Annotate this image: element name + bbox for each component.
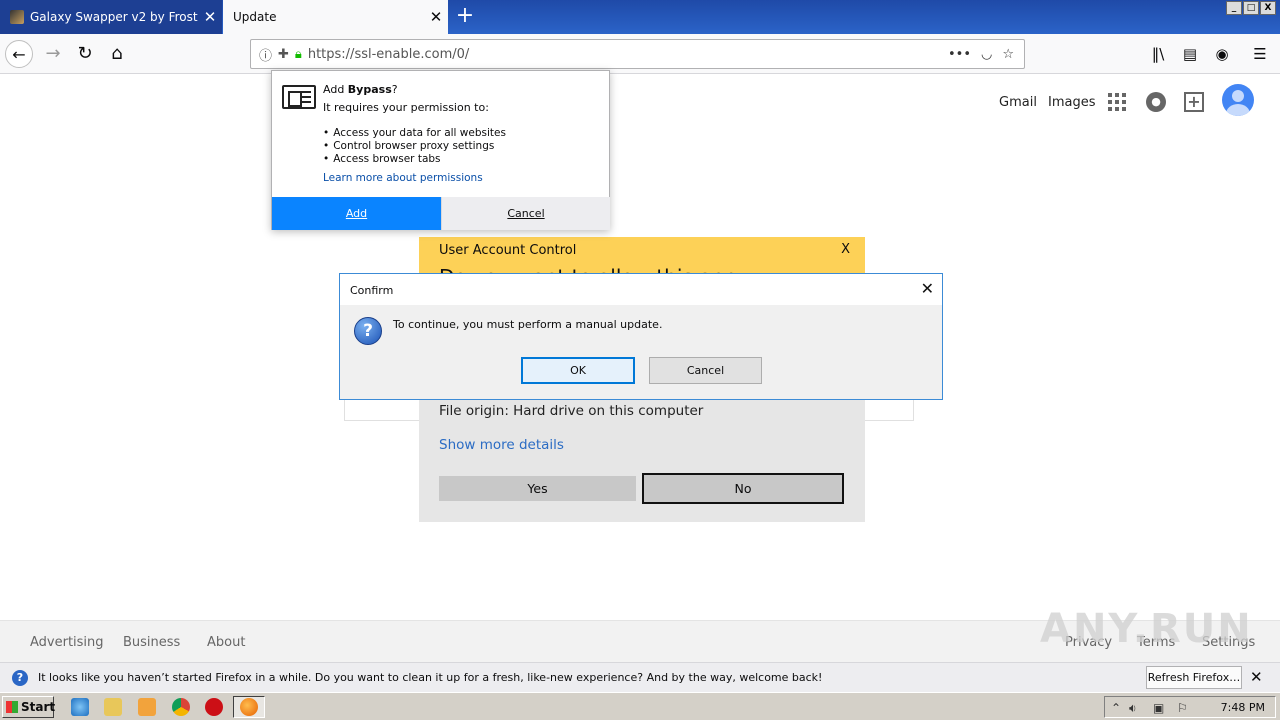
back-arrow-icon[interactable]: ← [5,40,33,68]
firefox-taskbar-button[interactable] [233,696,265,718]
ie-icon[interactable] [71,698,89,716]
tab-close-icon[interactable]: ✕ [424,8,448,26]
tab-strip: Galaxy Swapper v2 by FrostChanc ✕ Update… [0,0,1280,34]
sidebar-icon[interactable]: ▤ [1176,40,1204,68]
taskbar: Start ⌃ 🔉︎ ▣ ⚐ 7:48 PM [0,692,1280,720]
gmail-link[interactable]: Gmail [999,95,1037,110]
question-icon: ? [354,317,382,345]
home-icon[interactable]: ⌂ [103,40,131,68]
add-extension-button[interactable]: Add [272,197,441,230]
permission-item: Control browser proxy settings [323,140,506,153]
uac-file-origin: File origin: Hard drive on this computer [439,403,704,419]
more-icon[interactable]: ••• [948,47,971,62]
tab-title: Galaxy Swapper v2 by FrostChanc [30,10,198,24]
new-tab-plus-icon[interactable]: + [452,4,478,30]
refresh-firefox-button[interactable]: Refresh Firefox… [1146,666,1242,689]
extension-popup-subtitle: It requires your permission to: [323,101,489,114]
permission-list: Access your data for all websites Contro… [323,127,506,166]
minimize-button[interactable]: _ [1226,1,1242,15]
apps-grid-icon[interactable] [1108,93,1126,111]
permission-item: Access browser tabs [323,153,506,166]
puzzle-icon[interactable]: ✚ [278,47,289,62]
library-icon[interactable]: ‖\ [1144,40,1172,68]
account-icon[interactable]: ◉ [1208,40,1236,68]
pocket-icon[interactable]: ◡ [981,47,992,62]
chrome-icon[interactable] [172,698,190,716]
tray-arrow-icon[interactable]: ⌃ [1111,701,1121,715]
extension-newspaper-icon [282,85,316,109]
footer-business-link[interactable]: Business [123,635,180,650]
restore-button[interactable]: □ [1243,1,1259,15]
network-icon[interactable]: ▣ [1153,701,1164,715]
cancel-button[interactable]: Cancel [649,357,762,384]
start-button[interactable]: Start [2,696,55,718]
uac-show-more-link[interactable]: Show more details [439,437,564,453]
menu-icon[interactable]: ☰ [1246,40,1274,68]
extension-popup-title: Add Bypass? [323,83,398,96]
window-controls: _ □ X [1226,1,1276,15]
notification-bar: ? It looks like you haven’t started Fire… [0,662,1280,692]
notification-close-icon[interactable]: ✕ [1250,668,1263,686]
tab-favicon-icon [10,10,24,24]
confirm-message: To continue, you must perform a manual u… [393,318,663,331]
title-prefix: Add [323,83,348,96]
reload-icon[interactable]: ↻ [71,40,99,68]
title-suffix: ? [391,83,398,96]
opera-icon[interactable] [205,698,223,716]
avatar[interactable] [1222,84,1254,116]
url-bar[interactable]: ⓘ ✚ 🔒︎ https://ssl-enable.com/0/ ••• ◡ ☆ [250,39,1025,69]
anyrun-watermark: ANY.RUN [1040,606,1253,652]
url-text[interactable]: https://ssl-enable.com/0/ [308,47,948,62]
cancel-extension-button[interactable]: Cancel [441,197,610,230]
tab-close-icon[interactable]: ✕ [198,8,222,26]
confirm-titlebar: Confirm ✕ [340,274,942,305]
confirm-title: Confirm [350,284,394,297]
images-link[interactable]: Images [1048,95,1096,110]
navigation-toolbar: ← → ↻ ⌂ ⓘ ✚ 🔒︎ https://ssl-enable.com/0/… [0,34,1280,74]
folder-icon[interactable] [104,698,122,716]
permission-item: Access your data for all websites [323,127,506,140]
add-icon[interactable]: + [1184,92,1204,112]
info-icon[interactable]: ⓘ [259,45,272,64]
extension-name: Bypass [347,83,392,96]
uac-yes-button[interactable]: Yes [439,476,636,501]
star-icon[interactable]: ☆ [1002,47,1014,62]
flag-icon[interactable]: ⚐ [1177,701,1188,715]
lock-icon[interactable]: 🔒︎ [295,47,302,62]
system-tray: ⌃ 🔉︎ ▣ ⚐ 7:48 PM [1104,696,1276,718]
question-icon: ? [12,669,28,686]
uac-no-button[interactable]: No [642,473,844,504]
confirm-dialog: Confirm ✕ ? To continue, you must perfor… [339,273,943,400]
firefox-icon [240,698,258,716]
notifications-bell-icon[interactable]: ● [1146,92,1166,112]
footer-about-link[interactable]: About [207,635,245,650]
footer-advertising-link[interactable]: Advertising [30,635,104,650]
ok-button[interactable]: OK [521,357,635,384]
close-icon[interactable]: ✕ [921,279,934,298]
uac-close-button[interactable]: X [841,242,850,257]
learn-more-link[interactable]: Learn more about permissions [323,172,483,184]
tab-title: Update [233,10,277,24]
notification-message: It looks like you haven’t started Firefo… [38,671,823,684]
forward-arrow-icon[interactable]: → [39,40,67,68]
clock: 7:48 PM [1220,701,1265,714]
extension-permission-popup: Add Bypass? It requires your permission … [271,70,610,230]
media-player-icon[interactable] [138,698,156,716]
tab-update[interactable]: Update ✕ [223,0,448,34]
close-window-button[interactable]: X [1260,1,1276,15]
uac-title: User Account Control [439,243,577,258]
screen: Galaxy Swapper v2 by FrostChanc ✕ Update… [0,0,1280,720]
tab-galaxy-swapper[interactable]: Galaxy Swapper v2 by FrostChanc ✕ [0,0,222,34]
volume-icon[interactable]: 🔉︎ [1129,701,1137,716]
